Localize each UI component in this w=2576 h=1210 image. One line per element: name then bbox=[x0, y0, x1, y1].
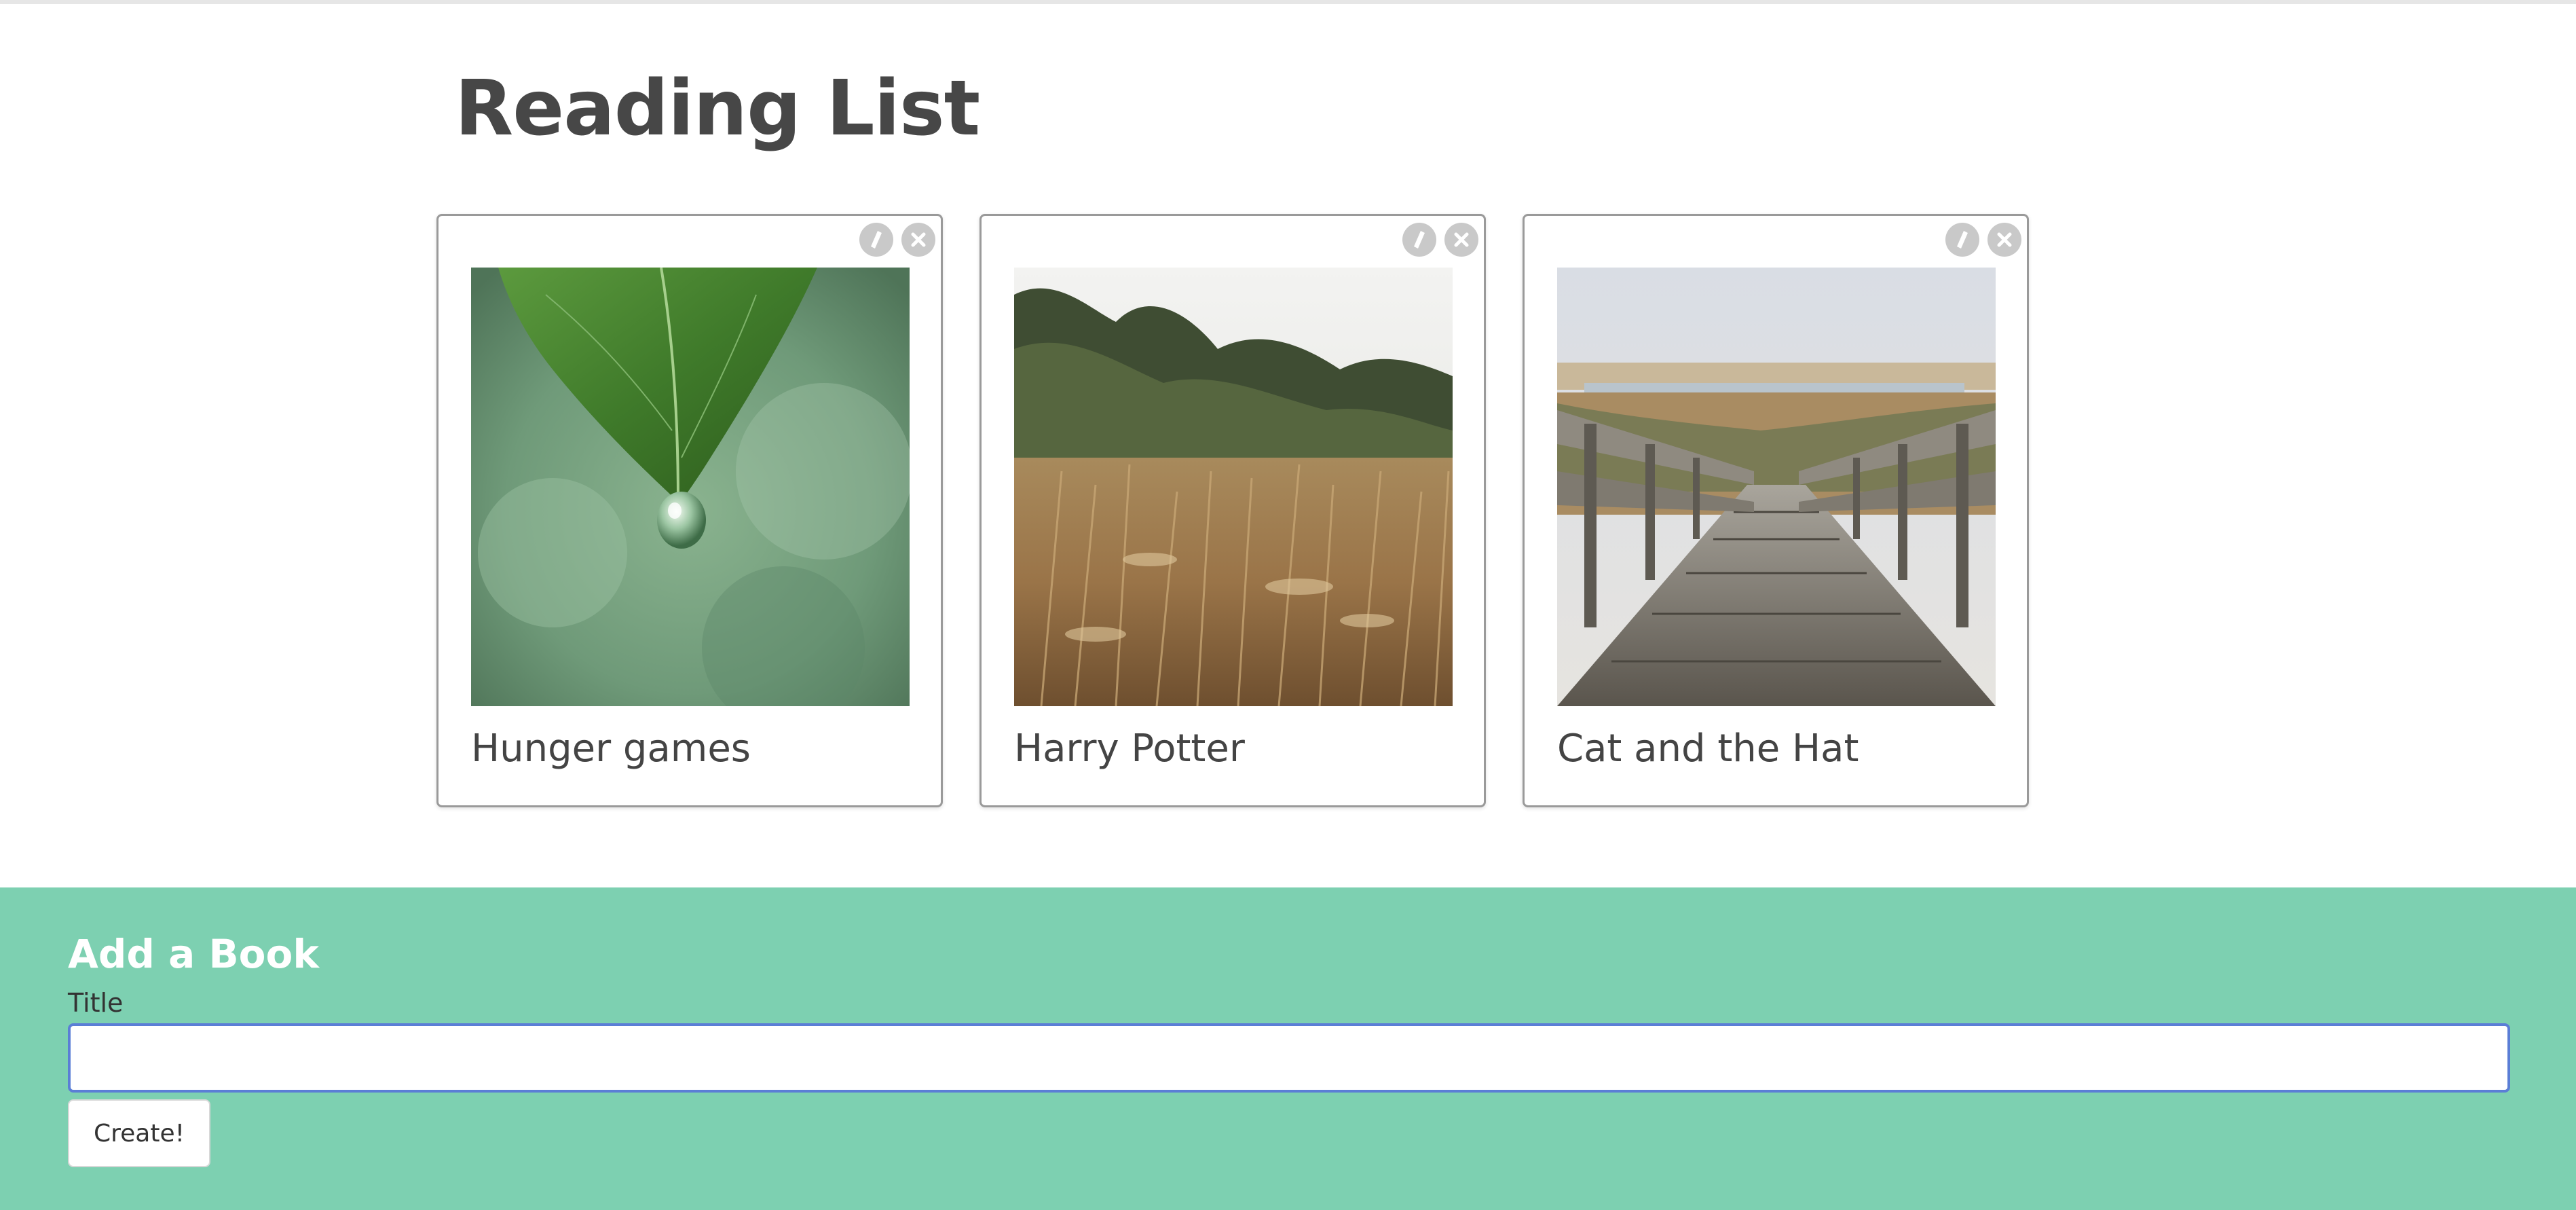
card-actions bbox=[1402, 223, 1478, 258]
card-actions bbox=[1945, 223, 2021, 258]
create-button[interactable]: Create! bbox=[68, 1099, 210, 1167]
pencil-icon bbox=[871, 231, 882, 249]
page-title: Reading List bbox=[455, 65, 980, 153]
page: Reading List Hunger games Harry Potter C… bbox=[0, 0, 2576, 1210]
delete-button[interactable] bbox=[901, 223, 935, 257]
pencil-icon bbox=[1414, 231, 1425, 249]
top-divider bbox=[0, 0, 2576, 4]
book-cover-image bbox=[1557, 268, 1996, 706]
edit-button[interactable] bbox=[1402, 223, 1436, 257]
close-icon bbox=[911, 232, 926, 247]
title-label: Title bbox=[68, 988, 124, 1018]
book-card-list: Hunger games Harry Potter Cat and the Ha… bbox=[436, 214, 2032, 811]
book-card: Cat and the Hat bbox=[1523, 214, 2029, 807]
edit-button[interactable] bbox=[1945, 223, 1979, 257]
book-cover-image bbox=[471, 268, 910, 706]
book-title: Cat and the Hat bbox=[1557, 727, 1859, 771]
close-icon bbox=[1454, 232, 1469, 247]
book-card: Harry Potter bbox=[979, 214, 1486, 807]
book-title: Harry Potter bbox=[1014, 727, 1245, 771]
wooden-boardwalk-photo bbox=[1557, 268, 1996, 706]
close-icon bbox=[1997, 232, 2012, 247]
dry-grass-field-photo bbox=[1014, 268, 1453, 706]
card-actions bbox=[859, 223, 935, 258]
delete-button[interactable] bbox=[1987, 223, 2021, 257]
book-cover-image bbox=[1014, 268, 1453, 706]
add-book-form: Add a Book Title Create! bbox=[0, 887, 2576, 1210]
book-title: Hunger games bbox=[471, 727, 751, 771]
leaf-water-drop-photo bbox=[471, 268, 910, 706]
pencil-icon bbox=[1957, 231, 1968, 249]
delete-button[interactable] bbox=[1444, 223, 1478, 257]
add-book-heading: Add a Book bbox=[68, 931, 319, 977]
title-input[interactable] bbox=[68, 1023, 2510, 1093]
edit-button[interactable] bbox=[859, 223, 893, 257]
book-card: Hunger games bbox=[436, 214, 943, 807]
